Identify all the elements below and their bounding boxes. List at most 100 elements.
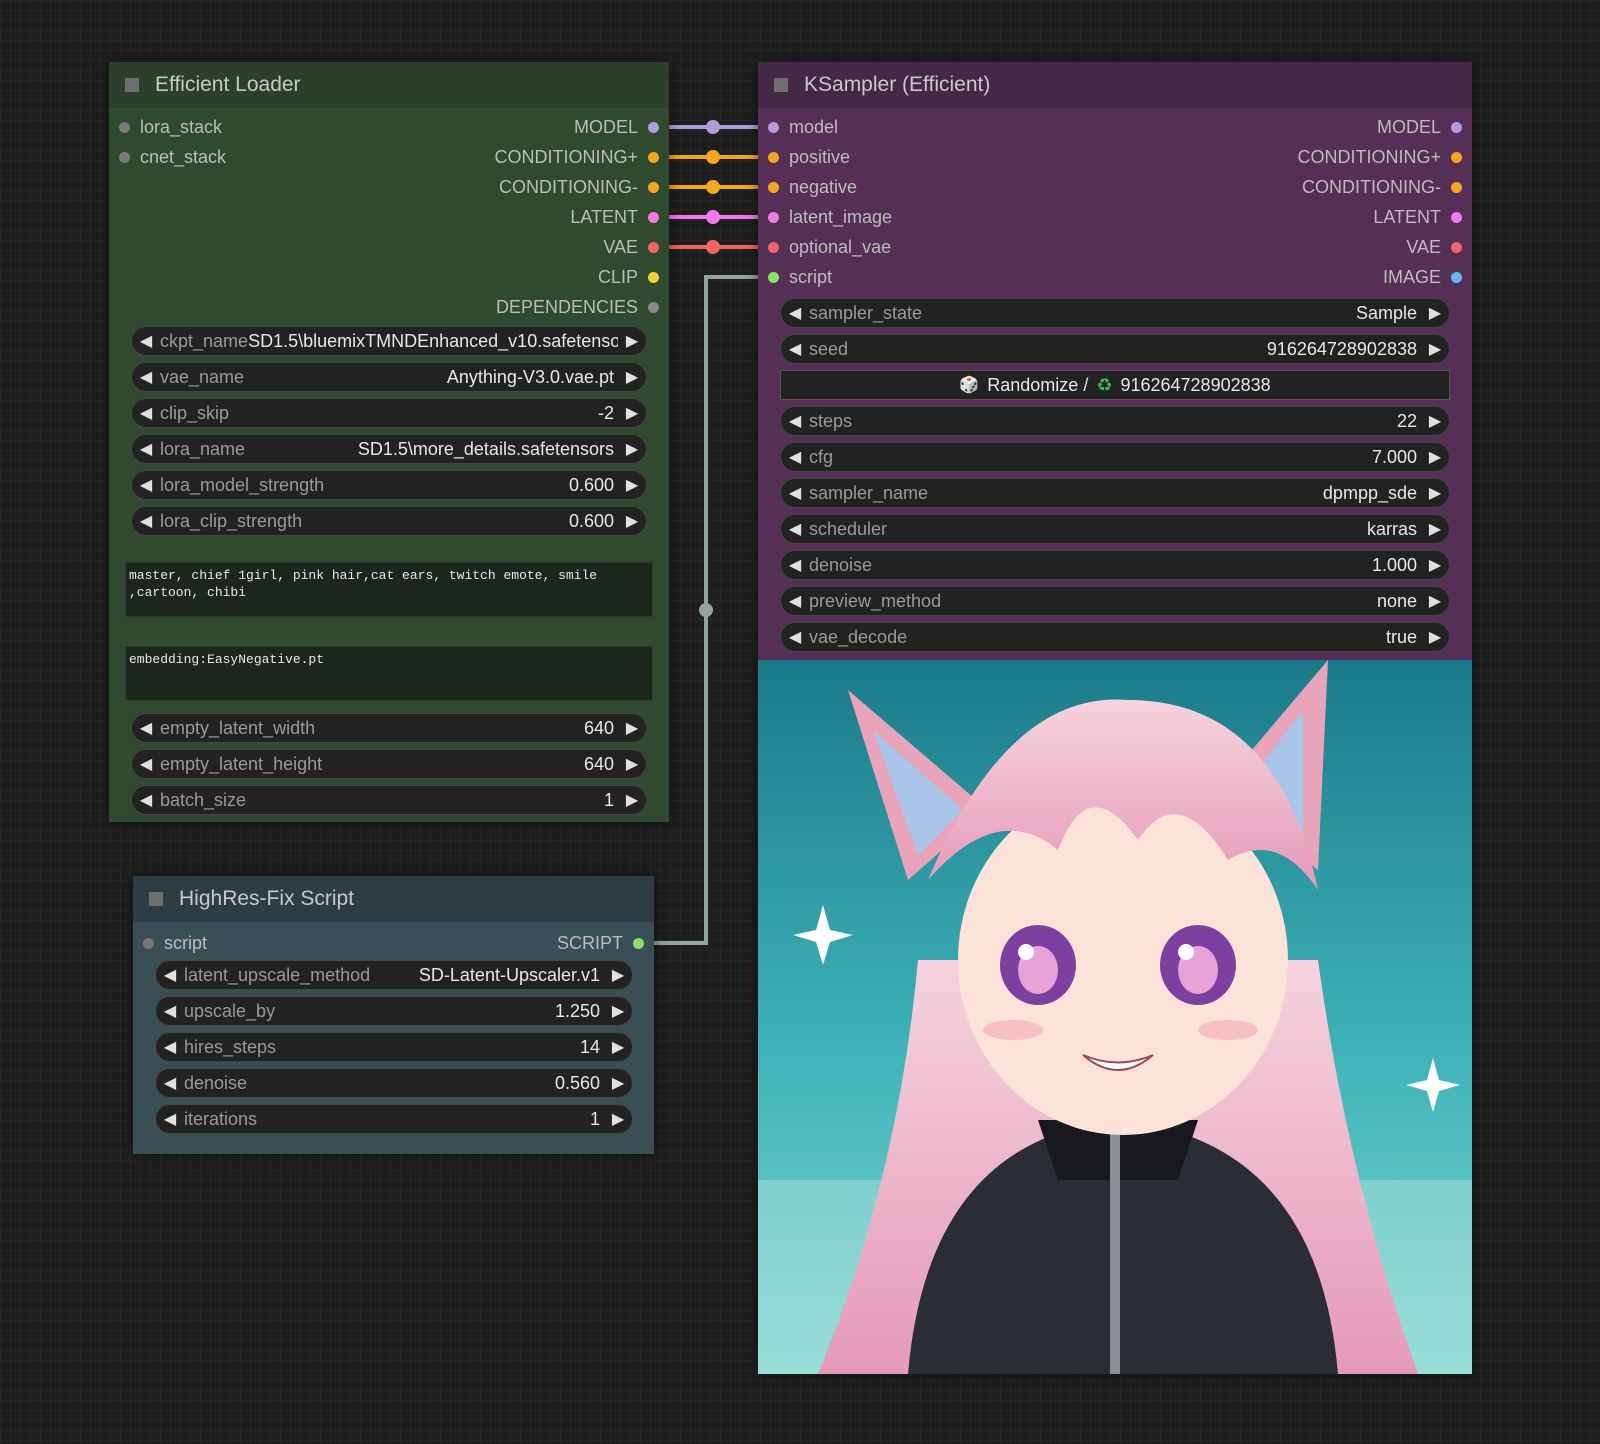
output-slot-script[interactable]: SCRIPT bbox=[557, 928, 654, 958]
output-slot-model[interactable]: MODEL bbox=[1377, 112, 1472, 142]
decrement-arrow-icon[interactable]: ◀ bbox=[156, 1001, 184, 1021]
increment-arrow-icon[interactable]: ▶ bbox=[1421, 519, 1449, 539]
output-slot-conditioning[interactable]: CONDITIONING- bbox=[499, 172, 669, 202]
sampler-state-widget[interactable]: ◀ sampler_state Sample ▶ bbox=[780, 298, 1450, 328]
input-slot-model[interactable]: model bbox=[758, 112, 838, 142]
input-slot-script[interactable]: script bbox=[758, 262, 832, 292]
slot-dot-icon[interactable] bbox=[119, 151, 130, 163]
slot-dot-icon[interactable] bbox=[648, 301, 659, 313]
seed-widget[interactable]: ◀ seed 916264728902838 ▶ bbox=[780, 334, 1450, 364]
slot-dot-icon[interactable] bbox=[768, 211, 779, 223]
decrement-arrow-icon[interactable]: ◀ bbox=[132, 331, 160, 351]
slot-dot-icon[interactable] bbox=[1451, 211, 1462, 223]
ksampler-title-bar[interactable]: KSampler (Efficient) bbox=[758, 62, 1472, 108]
slot-dot-icon[interactable] bbox=[1451, 271, 1462, 283]
output-slot-conditioning[interactable]: CONDITIONING+ bbox=[494, 142, 669, 172]
increment-arrow-icon[interactable]: ▶ bbox=[618, 439, 646, 459]
increment-arrow-icon[interactable]: ▶ bbox=[1421, 447, 1449, 467]
input-slot-lora-stack[interactable]: lora_stack bbox=[109, 112, 222, 142]
increment-arrow-icon[interactable]: ▶ bbox=[618, 331, 646, 351]
slot-dot-icon[interactable] bbox=[648, 151, 659, 163]
increment-arrow-icon[interactable]: ▶ bbox=[1421, 483, 1449, 503]
decrement-arrow-icon[interactable]: ◀ bbox=[781, 447, 809, 467]
decrement-arrow-icon[interactable]: ◀ bbox=[132, 475, 160, 495]
preview-image[interactable] bbox=[758, 660, 1472, 1374]
increment-arrow-icon[interactable]: ▶ bbox=[1421, 339, 1449, 359]
slot-dot-icon[interactable] bbox=[768, 121, 779, 133]
link-midpoint[interactable] bbox=[706, 120, 720, 134]
decrement-arrow-icon[interactable]: ◀ bbox=[132, 403, 160, 423]
clip-skip-widget[interactable]: ◀ clip_skip -2 ▶ bbox=[131, 398, 647, 428]
input-slot-script[interactable]: script bbox=[133, 928, 207, 958]
decrement-arrow-icon[interactable]: ◀ bbox=[781, 519, 809, 539]
latent-upscale-method-widget[interactable]: ◀ latent_upscale_method SD-Latent-Upscaler… bbox=[155, 960, 633, 990]
increment-arrow-icon[interactable]: ▶ bbox=[1421, 411, 1449, 431]
ksampler-efficient-node[interactable]: KSampler (Efficient) model MODEL positive C… bbox=[758, 62, 1472, 1374]
slot-dot-icon[interactable] bbox=[1451, 181, 1462, 193]
decrement-arrow-icon[interactable]: ◀ bbox=[781, 339, 809, 359]
output-slot-latent[interactable]: LATENT bbox=[1373, 202, 1472, 232]
link-midpoint[interactable] bbox=[706, 150, 720, 164]
output-slot-vae[interactable]: VAE bbox=[1406, 232, 1472, 262]
input-slot-cnet-stack[interactable]: cnet_stack bbox=[109, 142, 226, 172]
increment-arrow-icon[interactable]: ▶ bbox=[1421, 591, 1449, 611]
increment-arrow-icon[interactable]: ▶ bbox=[604, 1001, 632, 1021]
output-slot-dependencies[interactable]: DEPENDENCIES bbox=[496, 292, 669, 322]
increment-arrow-icon[interactable]: ▶ bbox=[618, 511, 646, 531]
slot-dot-icon[interactable] bbox=[648, 181, 659, 193]
link-midpoint[interactable] bbox=[706, 210, 720, 224]
increment-arrow-icon[interactable]: ▶ bbox=[618, 367, 646, 387]
denoise-widget[interactable]: ◀ denoise 1.000 ▶ bbox=[780, 550, 1450, 580]
increment-arrow-icon[interactable]: ▶ bbox=[618, 790, 646, 810]
batch-size-widget[interactable]: ◀ batch_size 1 ▶ bbox=[131, 785, 647, 815]
denoise-widget[interactable]: ◀ denoise 0.560 ▶ bbox=[155, 1068, 633, 1098]
preview-method-widget[interactable]: ◀ preview_method none ▶ bbox=[780, 586, 1450, 616]
input-slot-negative[interactable]: negative bbox=[758, 172, 857, 202]
positive-prompt-textarea[interactable]: master, chief 1girl, pink hair,cat ears,… bbox=[125, 562, 653, 617]
vae-decode-widget[interactable]: ◀ vae_decode true ▶ bbox=[780, 622, 1450, 652]
decrement-arrow-icon[interactable]: ◀ bbox=[132, 754, 160, 774]
collapse-toggle-icon[interactable] bbox=[774, 78, 788, 92]
link-midpoint[interactable] bbox=[699, 603, 713, 617]
slot-dot-icon[interactable] bbox=[768, 271, 779, 283]
decrement-arrow-icon[interactable]: ◀ bbox=[132, 511, 160, 531]
slot-dot-icon[interactable] bbox=[648, 241, 659, 253]
steps-widget[interactable]: ◀ steps 22 ▶ bbox=[780, 406, 1450, 436]
ckpt-name-widget[interactable]: ◀ ckpt_name SD1.5\bluemixTMNDEnhanced_v10.… bbox=[131, 326, 647, 356]
negative-prompt-textarea[interactable]: embedding:EasyNegative.pt bbox=[125, 646, 653, 701]
decrement-arrow-icon[interactable]: ◀ bbox=[781, 411, 809, 431]
increment-arrow-icon[interactable]: ▶ bbox=[604, 1109, 632, 1129]
efficient-loader-title-bar[interactable]: Efficient Loader bbox=[109, 62, 669, 108]
slot-dot-icon[interactable] bbox=[1451, 241, 1462, 253]
slot-dot-icon[interactable] bbox=[648, 271, 659, 283]
slot-dot-icon[interactable] bbox=[768, 151, 779, 163]
decrement-arrow-icon[interactable]: ◀ bbox=[781, 555, 809, 575]
decrement-arrow-icon[interactable]: ◀ bbox=[156, 1109, 184, 1129]
output-slot-latent[interactable]: LATENT bbox=[570, 202, 669, 232]
increment-arrow-icon[interactable]: ▶ bbox=[1421, 627, 1449, 647]
highres-fix-script-node[interactable]: HighRes-Fix Script script SCRIPT ◀ latent… bbox=[133, 876, 654, 1154]
decrement-arrow-icon[interactable]: ◀ bbox=[781, 627, 809, 647]
lora-name-widget[interactable]: ◀ lora_name SD1.5\more_details.safetensors… bbox=[131, 434, 647, 464]
increment-arrow-icon[interactable]: ▶ bbox=[604, 1037, 632, 1057]
slot-dot-icon[interactable] bbox=[143, 937, 154, 949]
input-slot-latent-image[interactable]: latent_image bbox=[758, 202, 892, 232]
link-midpoint[interactable] bbox=[706, 180, 720, 194]
decrement-arrow-icon[interactable]: ◀ bbox=[156, 1037, 184, 1057]
cfg-widget[interactable]: ◀ cfg 7.000 ▶ bbox=[780, 442, 1450, 472]
randomize-seed-button[interactable]: 🎲 Randomize / ♻ 916264728902838 bbox=[780, 370, 1450, 400]
increment-arrow-icon[interactable]: ▶ bbox=[1421, 555, 1449, 575]
slot-dot-icon[interactable] bbox=[768, 181, 779, 193]
output-slot-image[interactable]: IMAGE bbox=[1383, 262, 1472, 292]
iterations-widget[interactable]: ◀ iterations 1 ▶ bbox=[155, 1104, 633, 1134]
slot-dot-icon[interactable] bbox=[119, 121, 130, 133]
increment-arrow-icon[interactable]: ▶ bbox=[1421, 303, 1449, 323]
decrement-arrow-icon[interactable]: ◀ bbox=[132, 439, 160, 459]
collapse-toggle-icon[interactable] bbox=[125, 78, 139, 92]
increment-arrow-icon[interactable]: ▶ bbox=[604, 965, 632, 985]
upscale-by-widget[interactable]: ◀ upscale_by 1.250 ▶ bbox=[155, 996, 633, 1026]
slot-dot-icon[interactable] bbox=[1451, 121, 1462, 133]
slot-dot-icon[interactable] bbox=[768, 241, 779, 253]
scheduler-widget[interactable]: ◀ scheduler karras ▶ bbox=[780, 514, 1450, 544]
decrement-arrow-icon[interactable]: ◀ bbox=[132, 718, 160, 738]
